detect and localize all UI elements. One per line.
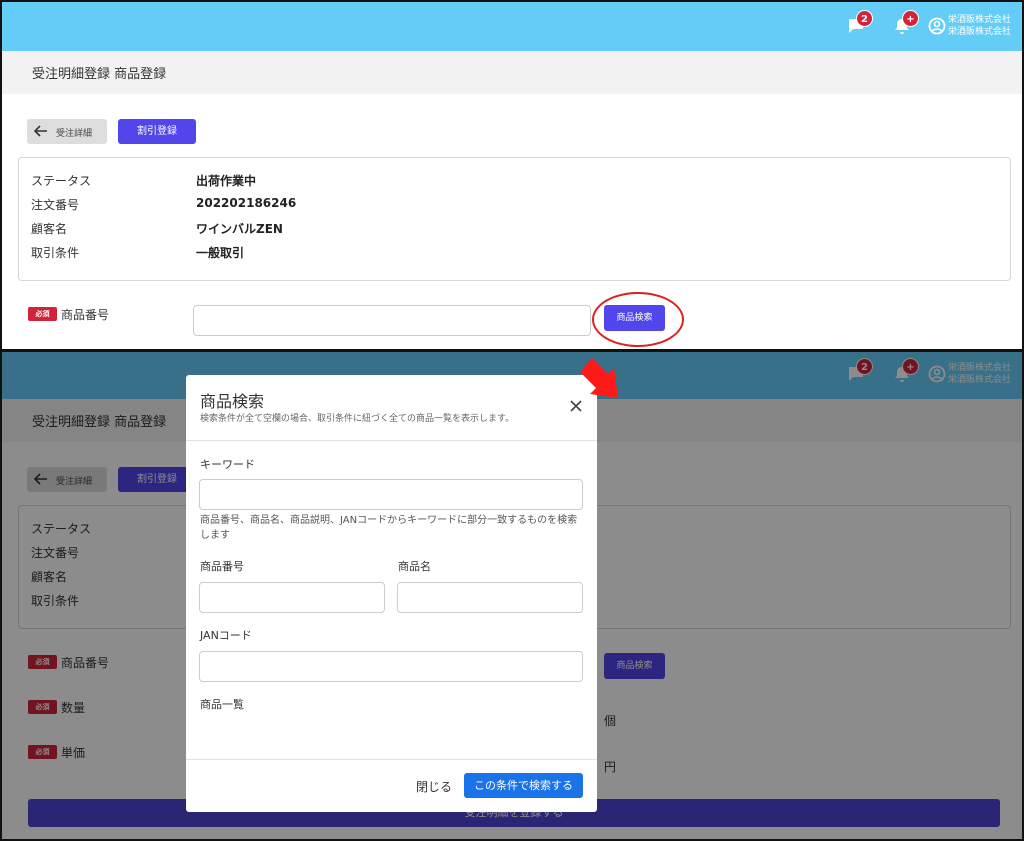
keyword-help-text: 商品番号、商品名、商品説明、JANコードからキーワードに部分一致するものを検索し… xyxy=(200,515,578,541)
order-info-card: ステータス 出荷作業中 注文番号 202202186246 顧客名 ワインバルZ… xyxy=(18,157,1011,281)
modal-title: 商品検索 xyxy=(200,392,265,411)
back-to-order-detail-button[interactable]: 受注詳細 xyxy=(27,119,107,144)
modal-footer-divider xyxy=(186,759,597,760)
modal-header-divider xyxy=(186,440,597,441)
modal-product-number-label: 商品番号 xyxy=(200,560,244,573)
modal-product-name-label: 商品名 xyxy=(398,560,431,573)
discount-register-button[interactable]: 割引登録 xyxy=(118,119,196,144)
notification-badge: + xyxy=(902,10,919,27)
arrow-left-icon xyxy=(34,125,47,137)
modal-product-name-input[interactable] xyxy=(397,582,583,613)
modal-product-number-input[interactable] xyxy=(199,582,385,613)
bottom-screenshot-panel: 2 + 栄酒販株式会社 栄酒販株式会社 受注明細登録 商品登録 受注詳細 割引登… xyxy=(0,350,1024,841)
modal-close-button[interactable]: 閉じる xyxy=(416,778,452,795)
search-with-conditions-button[interactable]: この条件で検索する xyxy=(464,773,583,798)
message-badge: 2 xyxy=(856,10,873,27)
company-name[interactable]: 栄酒販株式会社 栄酒販株式会社 xyxy=(948,14,1014,38)
app-header: 2 + 栄酒販株式会社 栄酒販株式会社 xyxy=(2,2,1022,51)
notification-button[interactable]: + xyxy=(893,10,919,35)
required-badge: 必須 xyxy=(28,307,57,321)
keyword-input[interactable] xyxy=(199,479,583,510)
product-number-input[interactable] xyxy=(193,305,591,336)
order-detail-screen-dimmed: 2 + 栄酒販株式会社 栄酒販株式会社 受注明細登録 商品登録 受注詳細 割引登… xyxy=(2,352,1022,839)
page-title: 受注明細登録 商品登録 xyxy=(32,67,167,82)
user-account-icon[interactable] xyxy=(928,17,946,35)
highlight-annotation-circle xyxy=(592,292,684,347)
order-detail-screen: 2 + 栄酒販株式会社 栄酒販株式会社 受注明細登録 商品登録 受注詳細 割引登… xyxy=(2,2,1022,349)
top-screenshot-panel: 2 + 栄酒販株式会社 栄酒販株式会社 受注明細登録 商品登録 受注詳細 割引登… xyxy=(0,0,1024,351)
product-list-label: 商品一覧 xyxy=(200,698,244,711)
product-search-modal: 商品検索 検索条件が全て空欄の場合、取引条件に紐づく全ての商品一覧を表示します。… xyxy=(186,375,597,812)
jan-code-label: JANコード xyxy=(200,629,252,642)
jan-code-input[interactable] xyxy=(199,651,583,682)
keyword-label: キーワード xyxy=(200,458,255,471)
modal-subtitle: 検索条件が全て空欄の場合、取引条件に紐づく全ての商品一覧を表示します。 xyxy=(200,414,515,424)
product-number-label: 商品番号 xyxy=(61,308,110,322)
message-button[interactable]: 2 xyxy=(847,10,873,35)
page-title-bar: 受注明細登録 商品登録 xyxy=(2,51,1022,94)
pointer-arrow-annotation xyxy=(580,358,618,398)
